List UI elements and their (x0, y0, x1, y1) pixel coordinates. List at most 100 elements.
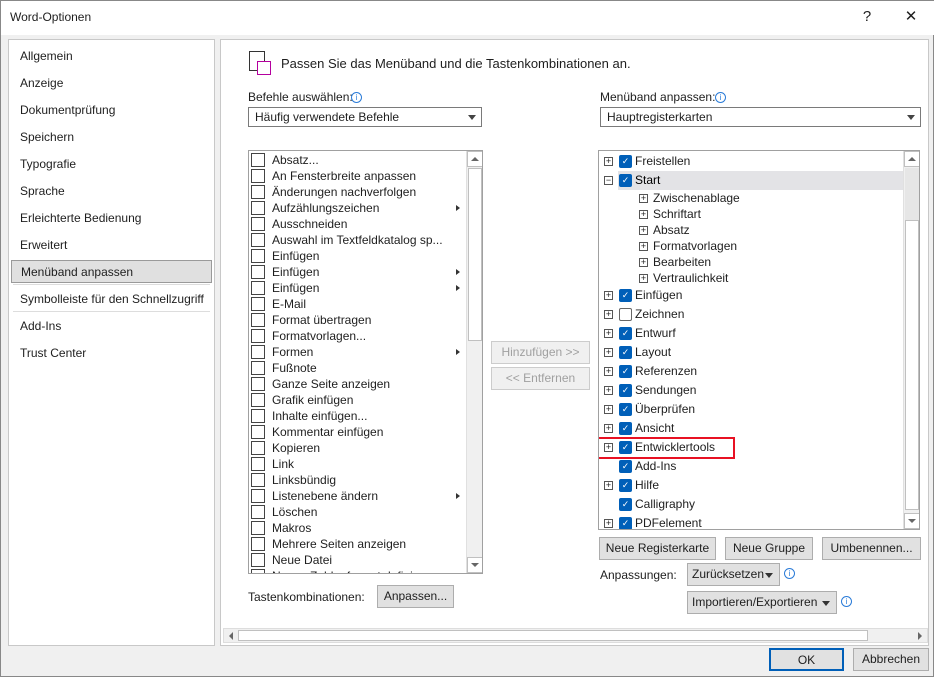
add-button[interactable]: Hinzufügen >> (491, 341, 590, 364)
checkbox[interactable]: ✓ (619, 289, 632, 302)
ribbon-tab-item[interactable]: + ✓ Freistellen (599, 152, 904, 171)
scroll-thumb[interactable] (905, 220, 919, 510)
commands-scrollbar[interactable] (466, 151, 482, 573)
ribbon-tab-item[interactable]: + ✓ Referenzen (599, 362, 904, 381)
expand-icon[interactable]: + (604, 291, 613, 300)
ribbon-tab-item[interactable]: + ✓ Layout (599, 343, 904, 362)
checkbox[interactable]: ✓ (619, 403, 632, 416)
expand-icon[interactable]: + (604, 157, 613, 166)
command-item[interactable]: Formen (249, 344, 467, 360)
command-item[interactable]: Einfügen (249, 248, 467, 264)
command-item[interactable]: Kommentar einfügen (249, 424, 467, 440)
nav-item[interactable]: Dokumentprüfung (11, 99, 212, 122)
command-item[interactable]: Ganze Seite anzeigen (249, 376, 467, 392)
expand-icon[interactable]: + (639, 210, 648, 219)
ribbon-tab-item[interactable]: + ✓ Entwurf (599, 324, 904, 343)
command-item[interactable]: Link (249, 456, 467, 472)
ribbon-tab-item[interactable]: + ✓ Entwicklertools (599, 437, 904, 459)
expand-icon[interactable]: + (604, 405, 613, 414)
ribbon-tab-item[interactable]: + ✓ Sendungen (599, 381, 904, 400)
nav-item[interactable]: Typografie (11, 153, 212, 176)
command-item[interactable]: Format übertragen (249, 312, 467, 328)
commands-dropdown[interactable]: Häufig verwendete Befehle (248, 107, 482, 127)
cancel-button[interactable]: Abbrechen (853, 648, 929, 671)
command-item[interactable]: Änderungen nachverfolgen (249, 184, 467, 200)
help-button[interactable]: ? (857, 7, 877, 27)
checkbox[interactable]: ✓ (619, 460, 632, 473)
import-export-dropdown[interactable]: Importieren/Exportieren (687, 591, 837, 614)
horizontal-scrollbar[interactable] (223, 628, 928, 643)
remove-button[interactable]: << Entfernen (491, 367, 590, 390)
ribbon-group-item[interactable]: + Absatz (599, 222, 879, 238)
expand-icon[interactable]: + (604, 386, 613, 395)
ribbon-group-item[interactable]: + Zwischenablage (599, 190, 879, 206)
commands-list[interactable]: Absatz... An Fensterbreite anpassen Änderu… (248, 150, 483, 574)
nav-item[interactable]: Trust Center (11, 342, 212, 365)
command-item[interactable]: Neues Zahlenformat definieren... (249, 568, 467, 573)
command-item[interactable]: Auswahl im Textfeldkatalog sp... (249, 232, 467, 248)
nav-item[interactable]: Erweitert (11, 234, 212, 257)
expand-icon[interactable]: + (604, 519, 613, 528)
command-item[interactable]: An Fensterbreite anpassen (249, 168, 467, 184)
nav-item[interactable]: Add-Ins (11, 315, 212, 338)
expand-icon[interactable]: + (604, 310, 613, 319)
checkbox[interactable]: ✓ (619, 422, 632, 435)
nav-item[interactable]: Anzeige (11, 72, 212, 95)
ribbon-tab-item[interactable]: + ✓ Hilfe (599, 476, 904, 495)
command-item[interactable]: Ausschneiden (249, 216, 467, 232)
scroll-right-icon[interactable] (918, 632, 922, 640)
nav-item[interactable]: Sprache (11, 180, 212, 203)
ribbon-tab-item[interactable]: ✓ Add-Ins (599, 457, 904, 476)
command-item[interactable]: Aufzählungszeichen (249, 200, 467, 216)
command-item[interactable]: Löschen (249, 504, 467, 520)
info-icon[interactable]: i (715, 92, 726, 103)
expand-icon[interactable]: + (604, 329, 613, 338)
reset-dropdown[interactable]: Zurücksetzen (687, 563, 780, 586)
checkbox[interactable]: ✓ (619, 517, 632, 529)
nav-item[interactable]: Allgemein (11, 45, 212, 68)
scroll-up-button[interactable] (467, 151, 482, 167)
scroll-left-icon[interactable] (229, 632, 233, 640)
info-icon[interactable]: i (351, 92, 362, 103)
new-group-button[interactable]: Neue Gruppe (725, 537, 813, 560)
checkbox[interactable] (619, 308, 632, 321)
scroll-down-button[interactable] (904, 513, 919, 529)
ribbon-group-item[interactable]: + Schriftart (599, 206, 879, 222)
command-item[interactable]: Listenebene ändern (249, 488, 467, 504)
ribbon-tab-item[interactable]: − ✓ Start (599, 171, 904, 190)
expand-icon[interactable]: + (604, 367, 613, 376)
expand-icon[interactable]: + (639, 242, 648, 251)
command-item[interactable]: Einfügen (249, 280, 467, 296)
ribbon-dropdown[interactable]: Hauptregisterkarten (600, 107, 921, 127)
nav-item[interactable]: Speichern (11, 126, 212, 149)
scroll-up-button[interactable] (904, 151, 919, 167)
scroll-down-button[interactable] (467, 557, 482, 573)
ribbon-tabs-tree[interactable]: + ✓ Freistellen − ✓ Start + Zwischenablage + Schr… (598, 150, 920, 530)
info-icon[interactable]: i (784, 568, 795, 579)
scroll-thumb[interactable] (468, 168, 482, 341)
checkbox[interactable]: ✓ (619, 155, 632, 168)
checkbox[interactable]: ✓ (619, 346, 632, 359)
command-item[interactable]: Fußnote (249, 360, 467, 376)
scroll-thumb[interactable] (238, 630, 868, 641)
ribbon-tab-item[interactable]: ✓ Calligraphy (599, 495, 904, 514)
command-item[interactable]: Absatz... (249, 152, 467, 168)
command-item[interactable]: Inhalte einfügen... (249, 408, 467, 424)
checkbox[interactable]: ✓ (619, 174, 632, 187)
command-item[interactable]: Einfügen (249, 264, 467, 280)
ribbon-group-item[interactable]: + Formatvorlagen (599, 238, 879, 254)
expand-icon[interactable]: + (639, 226, 648, 235)
nav-item[interactable]: Symbolleiste für den Schnellzugriff (11, 288, 212, 311)
ribbon-group-item[interactable]: + Bearbeiten (599, 254, 879, 270)
checkbox[interactable]: ✓ (619, 479, 632, 492)
collapse-icon[interactable]: − (604, 176, 613, 185)
expand-icon[interactable]: + (639, 258, 648, 267)
ribbon-tab-item[interactable]: + ✓ Überprüfen (599, 400, 904, 419)
command-item[interactable]: Linksbündig (249, 472, 467, 488)
checkbox[interactable]: ✓ (619, 327, 632, 340)
command-item[interactable]: E-Mail (249, 296, 467, 312)
expand-icon[interactable]: + (639, 194, 648, 203)
scroll-track-upper[interactable] (905, 168, 919, 220)
checkbox[interactable]: ✓ (619, 498, 632, 511)
command-item[interactable]: Mehrere Seiten anzeigen (249, 536, 467, 552)
